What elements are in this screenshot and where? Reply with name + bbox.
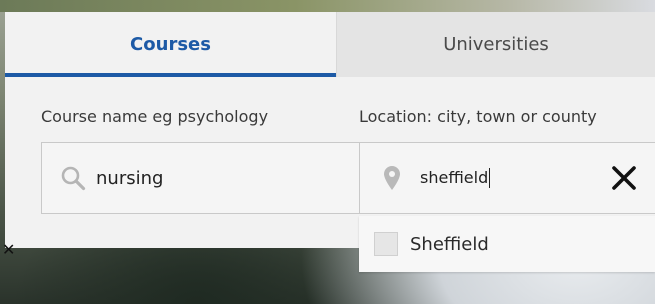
location-label: Location: city, town or county: [359, 107, 597, 126]
text-cursor: [489, 168, 491, 189]
search-panel: Courses Universities Course name eg psyc…: [5, 12, 655, 248]
course-name-label: Course name eg psychology: [41, 107, 269, 126]
search-icon: [61, 166, 86, 191]
location-suggestion-item[interactable]: Sheffield: [359, 216, 655, 272]
suggestion-label: Sheffield: [410, 233, 489, 255]
close-icon[interactable]: [611, 165, 637, 191]
suggestion-checkbox[interactable]: [374, 232, 398, 256]
search-tabs: Courses Universities: [5, 12, 655, 77]
location-input[interactable]: sheffield: [359, 142, 655, 214]
location-pin-icon: [384, 166, 400, 190]
background-photo-top: [0, 0, 655, 12]
course-name-input[interactable]: nursing: [41, 142, 360, 214]
location-value-wrap: sheffield: [420, 167, 491, 189]
course-name-value: nursing: [96, 167, 164, 189]
tab-universities[interactable]: Universities: [336, 12, 655, 77]
close-icon-partial: ✕: [2, 240, 16, 259]
location-value: sheffield: [420, 167, 489, 187]
tab-courses[interactable]: Courses: [5, 12, 336, 77]
